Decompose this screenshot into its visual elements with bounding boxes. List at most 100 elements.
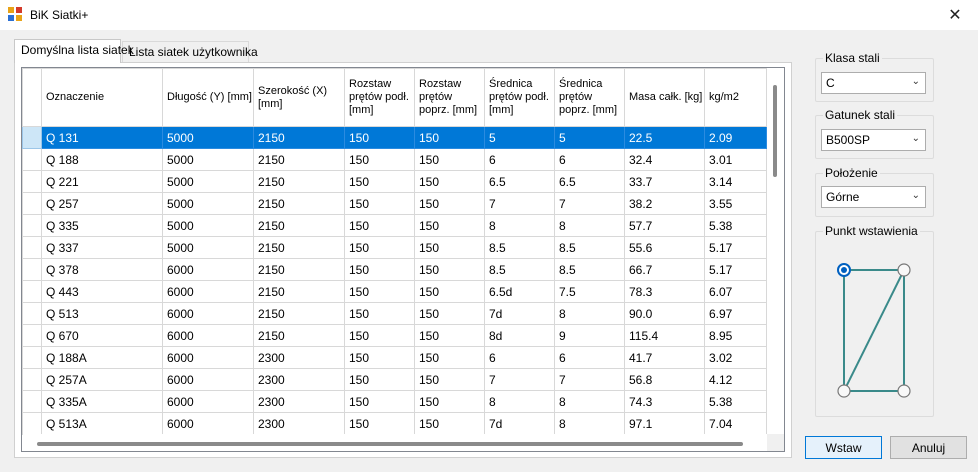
- table-cell[interactable]: 55.6: [624, 236, 705, 259]
- table-cell[interactable]: 150: [414, 236, 485, 259]
- table-cell[interactable]: 7.04: [704, 412, 767, 435]
- table-cell[interactable]: 6: [484, 148, 555, 171]
- table-cell[interactable]: 6.5: [484, 170, 555, 193]
- column-header-length[interactable]: Długość (Y) [mm]: [162, 68, 254, 127]
- table-cell[interactable]: 150: [414, 170, 485, 193]
- row-header[interactable]: [22, 148, 42, 171]
- table-cell[interactable]: 2150: [253, 126, 345, 149]
- table-cell[interactable]: 66.7: [624, 258, 705, 281]
- table-cell[interactable]: 150: [344, 346, 415, 369]
- table-cell[interactable]: 3.55: [704, 192, 767, 215]
- table-cell[interactable]: Q 131: [41, 126, 163, 149]
- column-header-width[interactable]: Szerokość (X) [mm]: [253, 68, 345, 127]
- table-cell[interactable]: 9: [554, 324, 625, 347]
- insertion-point-bottom-right[interactable]: [897, 384, 911, 398]
- table-row[interactable]: Q 257 5000 2150 150 150 7 7 38.2 3.55: [22, 192, 767, 215]
- table-cell[interactable]: 150: [344, 280, 415, 303]
- table-cell[interactable]: 3.14: [704, 170, 767, 193]
- table-cell[interactable]: 2150: [253, 148, 345, 171]
- horizontal-scroll-thumb[interactable]: [37, 442, 743, 446]
- table-cell[interactable]: 5000: [162, 236, 254, 259]
- table-cell[interactable]: Q 257: [41, 192, 163, 215]
- table-cell[interactable]: 5.17: [704, 258, 767, 281]
- table-cell[interactable]: 2.09: [704, 126, 767, 149]
- table-cell[interactable]: 56.8: [624, 368, 705, 391]
- column-header-kg-per-m2[interactable]: kg/m2: [704, 68, 767, 127]
- table-cell[interactable]: 2150: [253, 236, 345, 259]
- table-cell[interactable]: 2150: [253, 280, 345, 303]
- table-row[interactable]: Q 131 5000 2150 150 150 5 5 22.5 2.09: [22, 126, 767, 149]
- table-row[interactable]: Q 257A 6000 2300 150 150 7 7 56.8 4.12: [22, 368, 767, 391]
- table-cell[interactable]: 6000: [162, 368, 254, 391]
- table-cell[interactable]: 6.5d: [484, 280, 555, 303]
- table-cell[interactable]: 6.97: [704, 302, 767, 325]
- table-row[interactable]: Q 337 5000 2150 150 150 8.5 8.5 55.6 5.17: [22, 236, 767, 259]
- table-cell[interactable]: 78.3: [624, 280, 705, 303]
- table-cell[interactable]: 7: [554, 192, 625, 215]
- cancel-button[interactable]: Anuluj: [890, 436, 967, 459]
- table-cell[interactable]: 150: [344, 192, 415, 215]
- table-cell[interactable]: 6000: [162, 302, 254, 325]
- table-cell[interactable]: 150: [344, 368, 415, 391]
- column-header-spacing-long[interactable]: Rozstaw prętów podł. [mm]: [344, 68, 415, 127]
- table-cell[interactable]: 8: [554, 412, 625, 435]
- table-cell[interactable]: Q 188A: [41, 346, 163, 369]
- table-cell[interactable]: 8d: [484, 324, 555, 347]
- table-row[interactable]: Q 335 5000 2150 150 150 8 8 57.7 5.38: [22, 214, 767, 237]
- table-cell[interactable]: 150: [414, 390, 485, 413]
- column-header-total-mass[interactable]: Masa całk. [kg]: [624, 68, 705, 127]
- table-row[interactable]: Q 513A 6000 2300 150 150 7d 8 97.1 7.04: [22, 412, 767, 435]
- table-cell[interactable]: 7.5: [554, 280, 625, 303]
- table-cell[interactable]: 150: [414, 192, 485, 215]
- table-cell[interactable]: 150: [344, 302, 415, 325]
- table-cell[interactable]: 150: [414, 148, 485, 171]
- row-header[interactable]: [22, 390, 42, 413]
- table-cell[interactable]: 6.07: [704, 280, 767, 303]
- table-cell[interactable]: 150: [344, 390, 415, 413]
- table-cell[interactable]: 8: [484, 214, 555, 237]
- table-cell[interactable]: 2150: [253, 214, 345, 237]
- table-cell[interactable]: 6: [484, 346, 555, 369]
- table-cell[interactable]: 6.5: [554, 170, 625, 193]
- table-cell[interactable]: 8: [484, 390, 555, 413]
- vertical-scrollbar[interactable]: [767, 69, 784, 433]
- table-cell[interactable]: 150: [414, 324, 485, 347]
- row-header[interactable]: [22, 302, 42, 325]
- table-cell[interactable]: 5.17: [704, 236, 767, 259]
- table-cell[interactable]: Q 335A: [41, 390, 163, 413]
- table-cell[interactable]: 5: [554, 126, 625, 149]
- tab-user-list[interactable]: Lista siatek użytkownika: [122, 41, 258, 62]
- table-cell[interactable]: 6000: [162, 390, 254, 413]
- table-cell[interactable]: 115.4: [624, 324, 705, 347]
- table-cell[interactable]: 150: [414, 258, 485, 281]
- position-select[interactable]: Górne ⌄: [821, 186, 926, 208]
- table-cell[interactable]: 150: [344, 148, 415, 171]
- column-header-diameter-long[interactable]: Średnica prętów podł. [mm]: [484, 68, 555, 127]
- table-cell[interactable]: 5: [484, 126, 555, 149]
- table-row[interactable]: Q 378 6000 2150 150 150 8.5 8.5 66.7 5.17: [22, 258, 767, 281]
- table-cell[interactable]: 5.38: [704, 214, 767, 237]
- table-cell[interactable]: 8: [554, 390, 625, 413]
- table-cell[interactable]: 150: [414, 368, 485, 391]
- table-row[interactable]: Q 443 6000 2150 150 150 6.5d 7.5 78.3 6.07: [22, 280, 767, 303]
- table-cell[interactable]: 7: [484, 368, 555, 391]
- table-cell[interactable]: 5000: [162, 192, 254, 215]
- table-cell[interactable]: 150: [414, 412, 485, 435]
- row-header[interactable]: [22, 192, 42, 215]
- horizontal-scrollbar[interactable]: [23, 434, 767, 451]
- table-cell[interactable]: 6: [554, 148, 625, 171]
- table-cell[interactable]: 38.2: [624, 192, 705, 215]
- table-cell[interactable]: 41.7: [624, 346, 705, 369]
- table-cell[interactable]: 8.5: [554, 236, 625, 259]
- insertion-point-top-right[interactable]: [897, 263, 911, 277]
- row-header[interactable]: [22, 214, 42, 237]
- column-header-diameter-trans[interactable]: Średnica prętów poprz. [mm]: [554, 68, 625, 127]
- row-header[interactable]: [22, 258, 42, 281]
- table-cell[interactable]: 32.4: [624, 148, 705, 171]
- table-row[interactable]: Q 670 6000 2150 150 150 8d 9 115.4 8.95: [22, 324, 767, 347]
- table-cell[interactable]: 150: [344, 126, 415, 149]
- table-cell[interactable]: 150: [344, 258, 415, 281]
- table-row[interactable]: Q 188 5000 2150 150 150 6 6 32.4 3.01: [22, 148, 767, 171]
- table-cell[interactable]: 5000: [162, 170, 254, 193]
- table-cell[interactable]: 2150: [253, 324, 345, 347]
